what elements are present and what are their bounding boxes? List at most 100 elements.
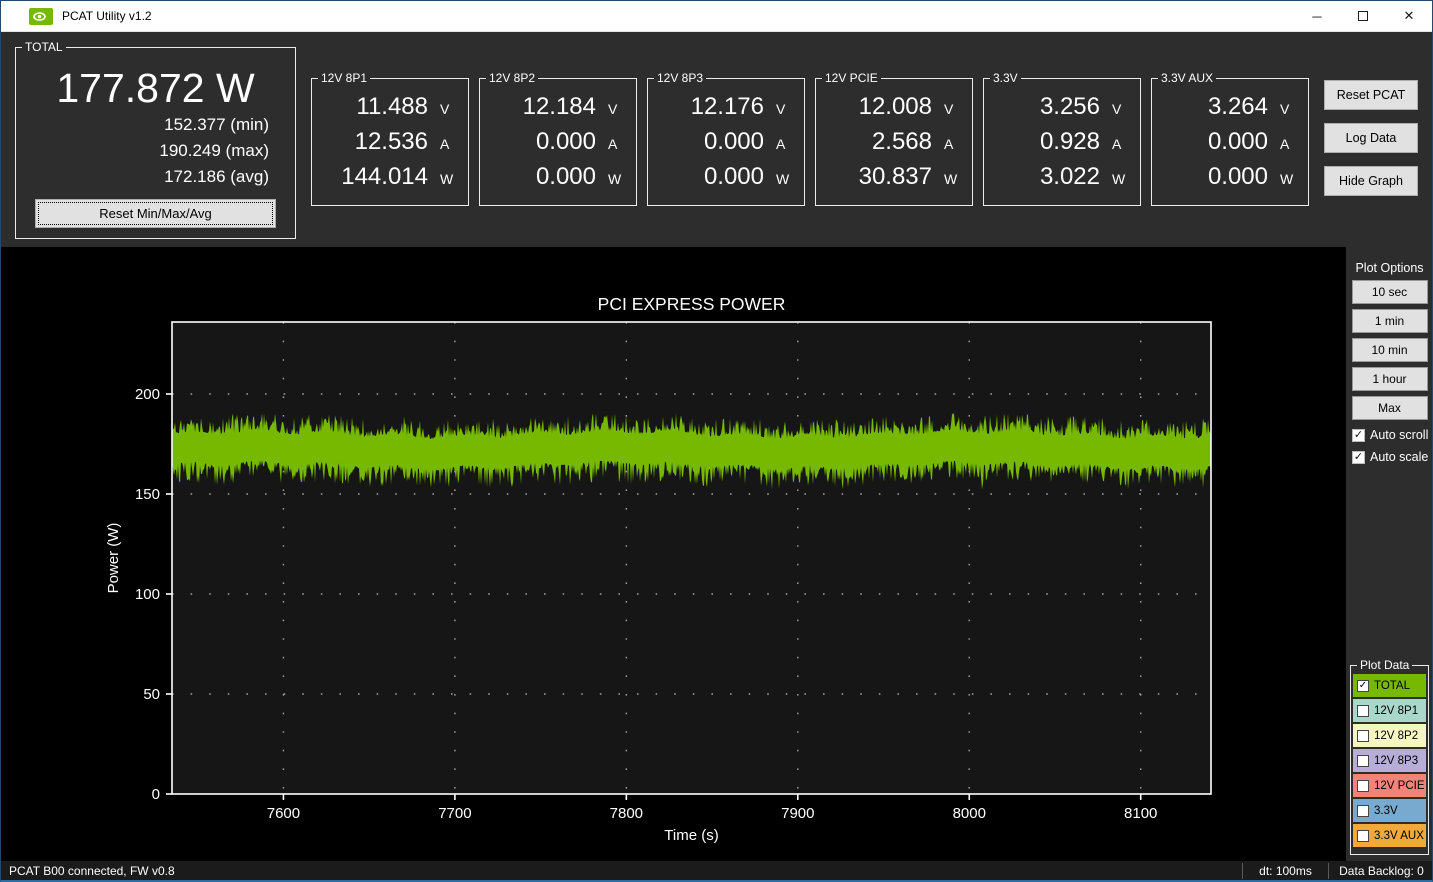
legend-checkbox-icon bbox=[1357, 779, 1369, 792]
legend-checkbox-icon bbox=[1357, 754, 1369, 767]
svg-text:7900: 7900 bbox=[781, 805, 814, 822]
close-button[interactable]: ✕ bbox=[1386, 1, 1432, 32]
rail-unit: W bbox=[1280, 171, 1294, 187]
total-max-value: 190.249 (max) bbox=[159, 141, 269, 160]
svg-text:7800: 7800 bbox=[610, 805, 643, 822]
legend-label: 3.3V bbox=[1374, 804, 1398, 817]
legend-checkbox-icon bbox=[1357, 704, 1369, 717]
legend-label: 3.3V AUX bbox=[1374, 829, 1424, 842]
plot-data-groupbox-label: Plot Data bbox=[1357, 658, 1413, 672]
rail-value: 3.256 bbox=[1039, 93, 1100, 120]
connection-status: PCAT B00 connected, FW v0.8 bbox=[9, 864, 175, 878]
checkbox-icon: ✓ bbox=[1352, 428, 1365, 442]
svg-text:Power (W): Power (W) bbox=[105, 523, 122, 594]
plot-sidebar: Plot Options 10 sec 1 min 10 min 1 hour Max … bbox=[1346, 247, 1432, 861]
rail-value: 12.184 bbox=[522, 93, 596, 120]
auto-scroll-checkbox[interactable]: ✓ Auto scroll bbox=[1352, 428, 1432, 442]
reset-min-max-avg-button[interactable]: Reset Min/Max/Avg bbox=[35, 199, 276, 228]
rail-value: 12.536 bbox=[354, 128, 428, 155]
hide-graph-button[interactable]: Hide Graph bbox=[1324, 166, 1418, 196]
rail-unit: W bbox=[1112, 171, 1126, 187]
rail-measurement-row: 3.256 V bbox=[984, 93, 1140, 120]
rail-measurement-row: 12.176 V bbox=[648, 93, 804, 120]
svg-text:8100: 8100 bbox=[1124, 805, 1157, 822]
rail-value: 0.000 bbox=[535, 128, 596, 155]
rail-groupbox-label: 12V 8P3 bbox=[654, 71, 707, 85]
rail-measurement-row: 2.568 A bbox=[816, 128, 972, 155]
rail-groupbox-12v-8p1: 12V 8P1 11.488 V 12.536 A 144.014 W bbox=[311, 71, 469, 206]
rail-value: 3.022 bbox=[1039, 163, 1100, 190]
rail-measurement-row: 144.014 W bbox=[312, 163, 468, 190]
legend-row-total[interactable]: ✓ TOTAL bbox=[1353, 674, 1426, 697]
rail-groupbox-12v-8p2: 12V 8P2 12.184 V 0.000 A 0.000 W bbox=[479, 71, 637, 206]
rail-value: 0.000 bbox=[703, 128, 764, 155]
rail-value: 0.000 bbox=[1207, 163, 1268, 190]
legend-row-3-3v[interactable]: 3.3V bbox=[1353, 799, 1426, 822]
maximize-icon bbox=[1358, 11, 1368, 21]
rail-measurement-row: 0.000 W bbox=[480, 163, 636, 190]
rail-measurement-row: 0.000 W bbox=[1152, 163, 1308, 190]
power-graph-region: PCI EXPRESS POWER Power (W) Time (s) 0 50 100… bbox=[1, 247, 1346, 861]
rail-groupbox-label: 12V 8P1 bbox=[318, 71, 371, 85]
rail-measurement-row: 0.000 A bbox=[480, 128, 636, 155]
plot-range-1-min-button[interactable]: 1 min bbox=[1351, 309, 1428, 333]
plot-data-groupbox: Plot Data ✓ TOTAL 12V 8P1 12V 8P2 12V 8P3 12V… bbox=[1350, 658, 1429, 855]
legend-row-3-3v-aux[interactable]: 3.3V AUX bbox=[1353, 824, 1426, 847]
rail-measurement-row: 30.837 W bbox=[816, 163, 972, 190]
maximize-button[interactable] bbox=[1340, 1, 1386, 32]
reset-pcat-button[interactable]: Reset PCAT bbox=[1324, 80, 1418, 110]
rail-value: 0.000 bbox=[535, 163, 596, 190]
checkbox-label: Auto scroll bbox=[1370, 428, 1429, 442]
rail-groupbox-label: 3.3V bbox=[990, 71, 1021, 85]
rail-measurement-row: 12.008 V bbox=[816, 93, 972, 120]
rail-groupbox-label: 12V PCIE bbox=[822, 71, 881, 85]
total-avg-value: 172.186 (avg) bbox=[164, 167, 269, 186]
rail-value: 11.488 bbox=[356, 93, 428, 120]
legend-row-12v-8p3[interactable]: 12V 8P3 bbox=[1353, 749, 1426, 772]
legend-label: 12V PCIE bbox=[1374, 779, 1425, 792]
rail-unit: V bbox=[608, 101, 618, 117]
rail-measurement-row: 0.928 A bbox=[984, 128, 1140, 155]
rail-unit: A bbox=[440, 136, 450, 152]
rail-value: 2.568 bbox=[871, 128, 932, 155]
status-bar: PCAT B00 connected, FW v0.8 dt: 100ms Da… bbox=[1, 861, 1432, 880]
rail-value: 144.014 bbox=[341, 163, 428, 190]
log-data-button[interactable]: Log Data bbox=[1324, 123, 1418, 153]
legend-checkbox-icon bbox=[1357, 804, 1369, 817]
rail-unit: A bbox=[1112, 136, 1122, 152]
total-min-value: 152.377 (min) bbox=[164, 115, 269, 134]
rail-value: 3.264 bbox=[1207, 93, 1268, 120]
rail-unit: V bbox=[1280, 101, 1290, 117]
minimize-button[interactable]: ─ bbox=[1294, 1, 1340, 32]
rail-value: 0.000 bbox=[703, 163, 764, 190]
rail-measurement-row: 3.264 V bbox=[1152, 93, 1308, 120]
auto-scale-checkbox[interactable]: ✓ Auto scale bbox=[1352, 450, 1432, 464]
rail-groupbox-label: 3.3V AUX bbox=[1158, 71, 1217, 85]
rail-value: 30.837 bbox=[858, 163, 932, 190]
rail-unit: A bbox=[608, 136, 618, 152]
total-groupbox-label: TOTAL bbox=[22, 40, 66, 54]
checkbox-icon: ✓ bbox=[1352, 450, 1365, 464]
legend-row-12v-8p2[interactable]: 12V 8P2 bbox=[1353, 724, 1426, 747]
rail-unit: A bbox=[1280, 136, 1290, 152]
rail-unit: V bbox=[1112, 101, 1122, 117]
data-backlog-status: Data Backlog: 0 bbox=[1328, 863, 1432, 879]
measurement-panels: TOTAL 177.872 W 152.377 (min) 190.249 (m… bbox=[1, 32, 1432, 246]
plot-range-1-hour-button[interactable]: 1 hour bbox=[1351, 367, 1428, 391]
legend-label: 12V 8P2 bbox=[1374, 729, 1419, 742]
legend-row-12v-pcie[interactable]: 12V PCIE bbox=[1353, 774, 1426, 797]
rail-groupbox-12v-8p3: 12V 8P3 12.176 V 0.000 A 0.000 W bbox=[647, 71, 805, 206]
plot-range-10-sec-button[interactable]: 10 sec bbox=[1351, 280, 1428, 304]
plot-range-max-button[interactable]: Max bbox=[1351, 396, 1428, 420]
legend-checkbox-icon bbox=[1357, 729, 1369, 742]
rail-measurement-row: 12.184 V bbox=[480, 93, 636, 120]
plot-options-title: Plot Options bbox=[1355, 261, 1424, 275]
legend-row-12v-8p1[interactable]: 12V 8P1 bbox=[1353, 699, 1426, 722]
plot-range-10-min-button[interactable]: 10 min bbox=[1351, 338, 1428, 362]
svg-text:Time (s): Time (s) bbox=[664, 827, 718, 844]
legend-label: 12V 8P1 bbox=[1374, 704, 1419, 717]
svg-text:7600: 7600 bbox=[267, 805, 300, 822]
svg-text:100: 100 bbox=[135, 586, 160, 603]
rail-value: 12.176 bbox=[690, 93, 764, 120]
total-power-groupbox: TOTAL 177.872 W 152.377 (min) 190.249 (m… bbox=[15, 40, 296, 239]
